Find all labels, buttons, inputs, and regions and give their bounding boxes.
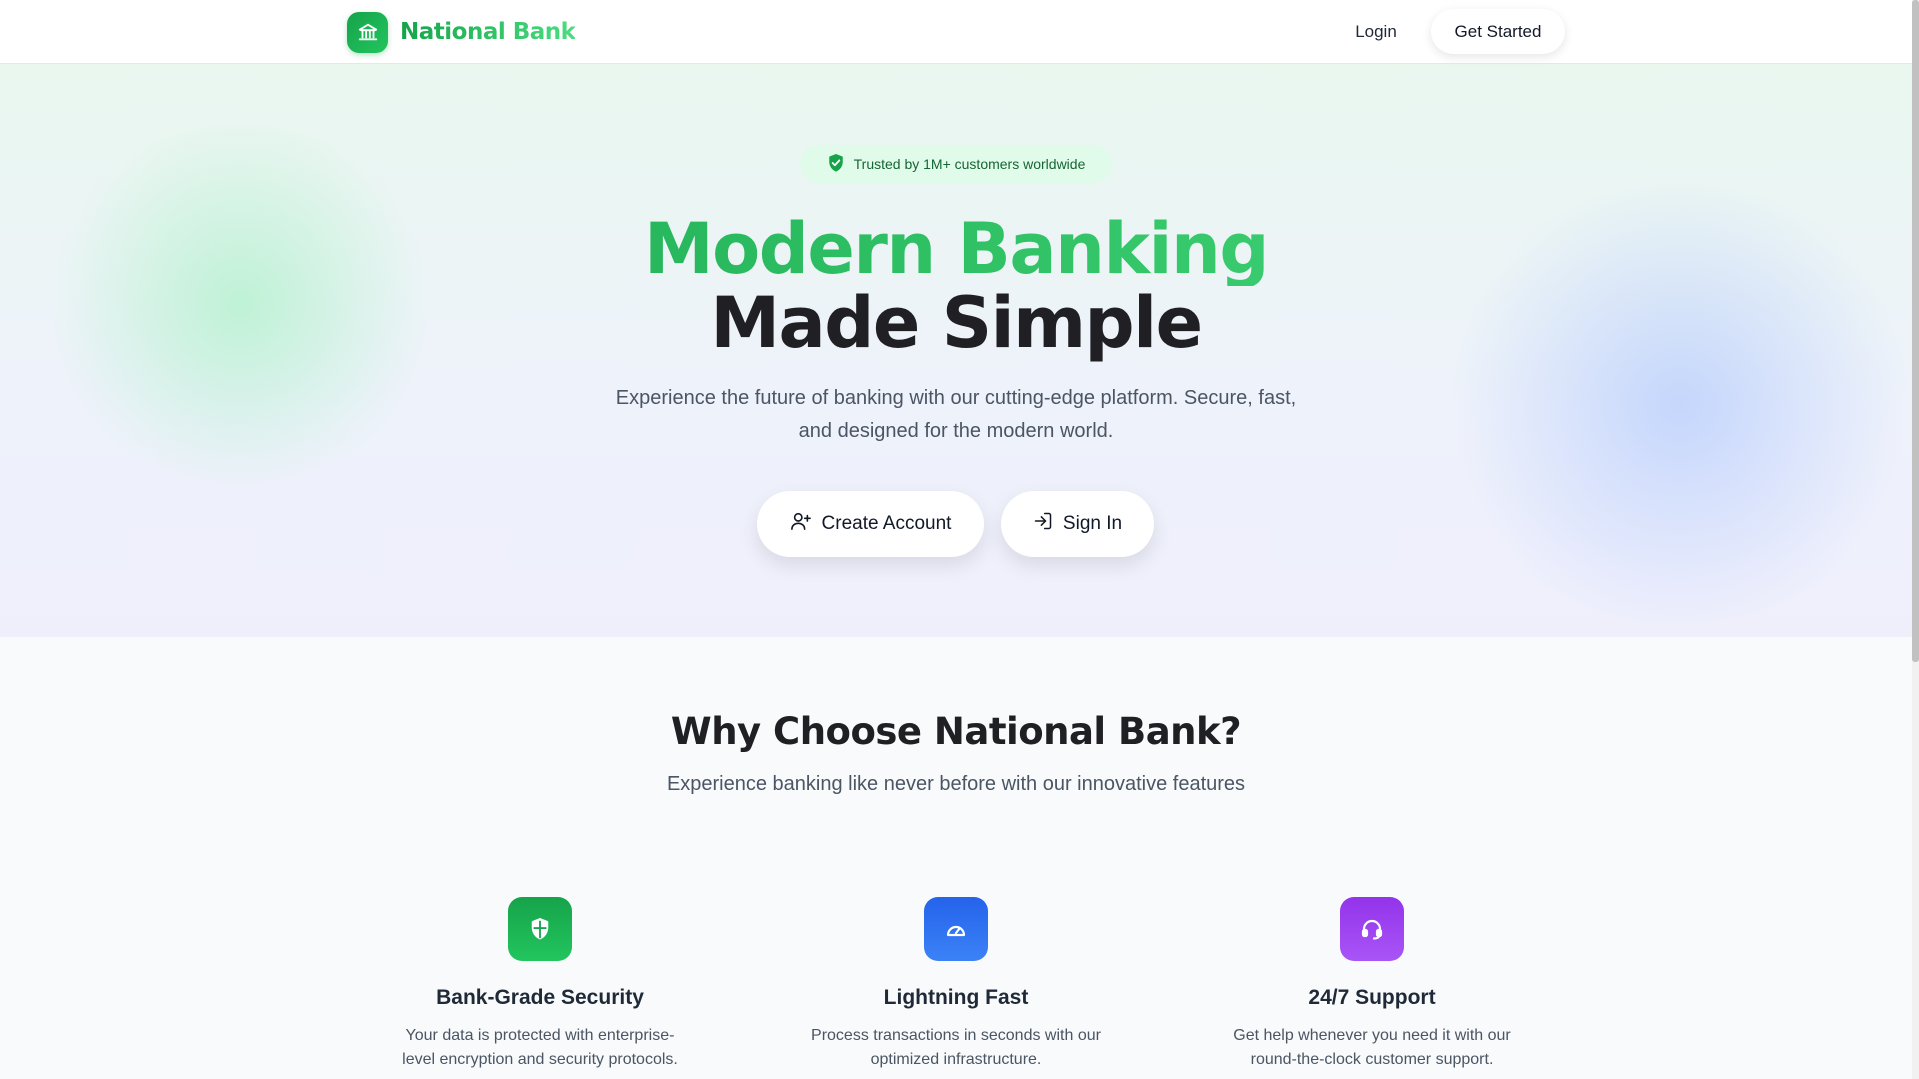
user-plus-icon [790,511,812,537]
brand-logo-link[interactable]: National Bank [347,11,576,53]
feature-title: 24/7 Support [1308,986,1436,1009]
create-account-button[interactable]: Create Account [757,491,984,557]
shield-check-icon [827,153,845,176]
shield-icon [508,897,572,961]
feature-description-line-1: Get help whenever you need it with our [1233,1027,1511,1044]
features-subtitle: Experience banking like never before wit… [666,773,1246,795]
feature-card-security: Bank-Grade Security Your data is protect… [370,897,710,1072]
brand-name: National Bank [400,19,576,45]
page-scrollbar[interactable] [1912,0,1919,1079]
feature-description-line-1: Your data is protected with enterprise- [405,1027,675,1044]
create-account-label: Create Account [821,513,952,534]
feature-card-support: 24/7 Support Get help whenever you need … [1202,897,1542,1072]
sign-in-icon [1033,511,1053,537]
get-started-button[interactable]: Get Started [1431,9,1565,54]
feature-description-line-2: round-the-clock customer support. [1250,1051,1494,1068]
features-title: Why Choose National Bank? [670,710,1242,753]
top-navbar: National Bank Login Get Started [0,0,1912,64]
hero-subtitle-line-2: and designed for the modern world. [798,420,1114,442]
feature-title: Lightning Fast [883,986,1029,1009]
login-button[interactable]: Login [1340,16,1412,48]
headset-icon [1340,897,1404,961]
feature-description: Your data is protected with enterprise- … [385,1024,695,1072]
scrollbar-thumb[interactable] [1912,0,1919,662]
sign-in-label: Sign In [1062,513,1123,534]
feature-card-speed: Lightning Fast Process transactions in s… [786,897,1126,1072]
hero-subtitle-line-1: Experience the future of banking with ou… [615,387,1297,409]
trust-badge-text: Trusted by 1M+ customers worldwide [853,156,1086,172]
trust-badge: Trusted by 1M+ customers worldwide [800,145,1112,183]
hero-subtitle: Experience the future of banking with ou… [575,382,1337,448]
feature-title: Bank-Grade Security [436,986,644,1009]
hero-title-line-1: Modern Banking [0,212,1912,286]
feature-description: Get help whenever you need it with our r… [1217,1024,1527,1072]
feature-description-line-2: optimized infrastructure. [870,1051,1042,1068]
feature-description-line-1: Process transactions in seconds with our [811,1027,1101,1044]
sign-in-button[interactable]: Sign In [1001,491,1154,557]
feature-description: Process transactions in seconds with our… [801,1024,1111,1072]
speedometer-icon [924,897,988,961]
hero-title: Modern Banking Made Simple [0,212,1912,360]
hero-title-line-2: Made Simple [710,282,1203,364]
bank-icon [347,11,388,53]
feature-description-line-2: level encryption and security protocols. [402,1051,678,1068]
